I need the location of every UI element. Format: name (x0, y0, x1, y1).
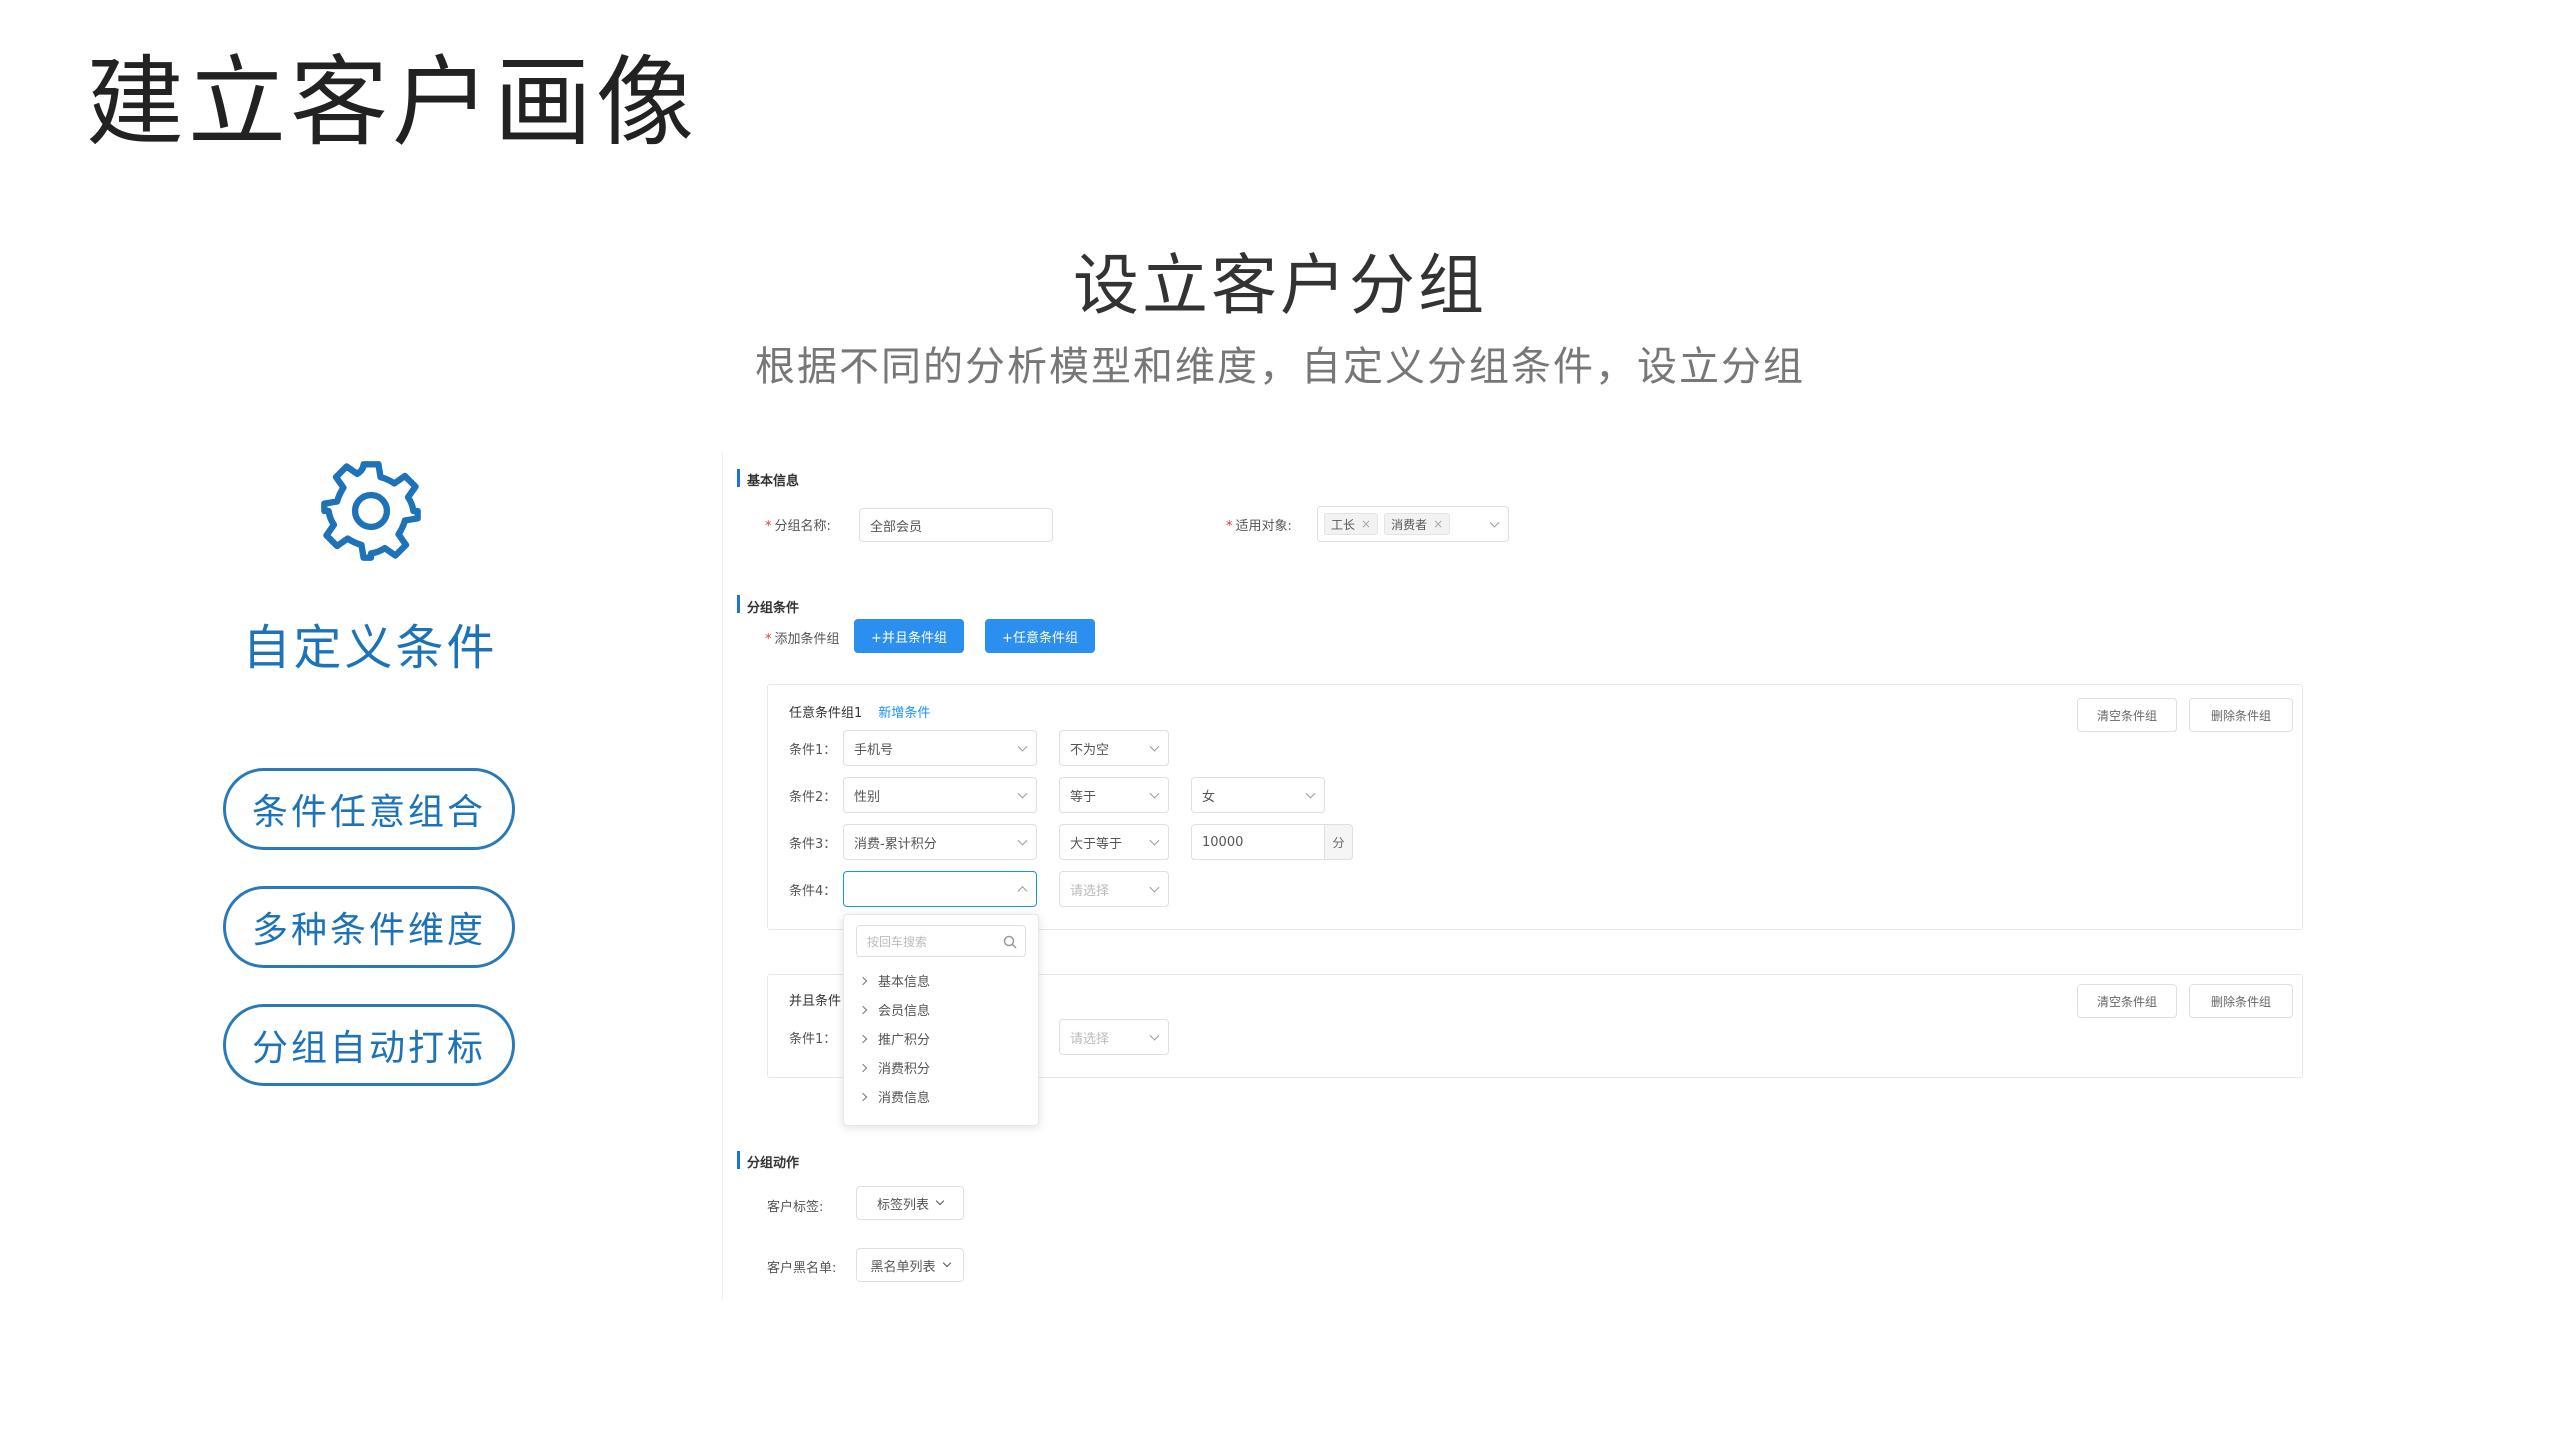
condition-label: 条件4： (789, 884, 837, 899)
gear-icon (321, 461, 421, 561)
condition-group-title: 任意条件组1 新增条件 (789, 706, 931, 721)
chevron-down-icon (1017, 741, 1028, 752)
blacklist-select[interactable]: 黑名单列表 (856, 1248, 964, 1282)
target-select[interactable]: 工长 × 消费者 × (1317, 506, 1509, 542)
search-icon (1003, 935, 1017, 949)
chevron-down-icon (935, 1196, 945, 1206)
condition-label: 条件1： (789, 743, 837, 758)
chevron-right-icon (858, 1034, 868, 1043)
chevron-down-icon (1017, 788, 1028, 799)
condition-operator-select[interactable]: 不为空 (1059, 730, 1169, 766)
condition-operator-select[interactable]: 等于 (1059, 777, 1169, 813)
section-title: 设立客户分组 (1073, 247, 1487, 324)
clear-group-button[interactable]: 清空条件组 (2077, 698, 2177, 732)
condition-field-select[interactable] (843, 871, 1037, 907)
feature-title: 自定义条件 (242, 620, 498, 676)
condition-label: 条件1： (789, 1032, 837, 1047)
chevron-right-icon (858, 976, 868, 985)
condition-label: 条件3： (789, 837, 837, 852)
close-icon[interactable]: × (1361, 517, 1371, 531)
target-tag[interactable]: 消费者 × (1384, 513, 1451, 535)
chevron-right-icon (858, 1063, 868, 1072)
conditions-heading: 分组条件 (747, 601, 800, 616)
feature-pill-auto-tag: 分组自动打标 (223, 1004, 515, 1086)
group-name-label: * 分组名称: (765, 519, 831, 534)
section-marker (737, 469, 740, 487)
basic-info-heading: 基本信息 (747, 474, 800, 489)
dropdown-item[interactable]: 消费积分 (858, 1058, 930, 1077)
chevron-right-icon (858, 1005, 868, 1014)
dropdown-search-input[interactable]: 按回车搜索 (856, 925, 1026, 957)
chevron-down-icon (942, 1258, 951, 1268)
condition-field-select[interactable]: 手机号 (843, 730, 1037, 766)
dropdown-item[interactable]: 推广积分 (858, 1029, 930, 1048)
chevron-down-icon (1149, 835, 1160, 846)
section-marker (737, 1151, 740, 1169)
actions-heading: 分组动作 (747, 1156, 800, 1171)
chevron-down-icon (1149, 788, 1160, 799)
chevron-up-icon (1017, 886, 1028, 897)
customer-tag-label: 客户标签: (767, 1200, 824, 1215)
field-dropdown: 按回车搜索 基本信息 会员信息 推广积分 消费积分 消费信息 (843, 914, 1039, 1126)
add-group-label: * 添加条件组 (765, 632, 840, 647)
condition-field-select[interactable]: 消费-累计积分 (843, 824, 1037, 860)
condition-field-select[interactable]: 性别 (843, 777, 1037, 813)
condition-group-title: 并且条件 (789, 994, 842, 1009)
delete-group-button[interactable]: 删除条件组 (2189, 984, 2293, 1018)
condition-label: 条件2： (789, 790, 837, 805)
page-title: 建立客户画像 (86, 46, 699, 160)
chevron-down-icon (1149, 1030, 1160, 1041)
condition-value-input[interactable]: 10000 (1191, 824, 1325, 860)
chevron-down-icon (1017, 835, 1028, 846)
chevron-right-icon (858, 1092, 868, 1101)
delete-group-button[interactable]: 删除条件组 (2189, 698, 2293, 732)
dropdown-item[interactable]: 消费信息 (858, 1087, 930, 1106)
condition-operator-select[interactable]: 大于等于 (1059, 824, 1169, 860)
unit-suffix: 分 (1325, 824, 1353, 860)
section-marker (737, 595, 740, 613)
condition-operator-select[interactable]: 请选择 (1059, 871, 1169, 907)
chevron-down-icon (1489, 517, 1500, 528)
blacklist-label: 客户黑名单: (767, 1261, 837, 1276)
target-label: * 适用对象: (1226, 519, 1292, 534)
condition-operator-select[interactable]: 请选择 (1059, 1019, 1169, 1055)
section-subtitle: 根据不同的分析模型和维度，自定义分组条件，设立分组 (755, 344, 1805, 390)
condition-value-select[interactable]: 女 (1191, 777, 1325, 813)
chevron-down-icon (1149, 741, 1160, 752)
segment-form-screenshot: 基本信息 * 分组名称: 全部会员 * 适用对象: 工长 × 消费者 × 分组条件 * 添… (722, 452, 2323, 1300)
add-condition-link[interactable]: 新增条件 (878, 706, 930, 721)
chevron-down-icon (1149, 882, 1160, 893)
feature-pill-dimensions: 多种条件维度 (223, 886, 515, 968)
dropdown-item[interactable]: 会员信息 (858, 1000, 930, 1019)
clear-group-button[interactable]: 清空条件组 (2077, 984, 2177, 1018)
dropdown-item[interactable]: 基本信息 (858, 971, 930, 990)
add-any-group-button[interactable]: +任意条件组 (985, 619, 1095, 653)
close-icon[interactable]: × (1433, 517, 1443, 531)
feature-pill-combination: 条件任意组合 (223, 768, 515, 850)
target-tag[interactable]: 工长 × (1324, 513, 1379, 535)
group-name-input[interactable]: 全部会员 (859, 508, 1053, 542)
add-and-group-button[interactable]: +并且条件组 (854, 619, 964, 653)
chevron-down-icon (1305, 788, 1316, 799)
tag-list-select[interactable]: 标签列表 (856, 1186, 964, 1220)
